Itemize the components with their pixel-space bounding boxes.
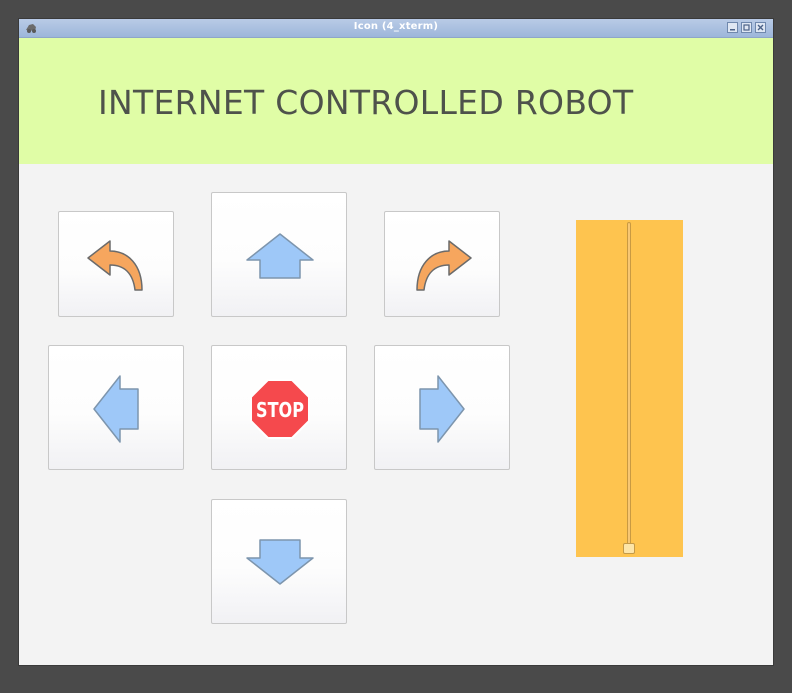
left-arrow-icon <box>93 375 139 443</box>
app-window: Icon (4_xterm) INTERNET CONTROLLED ROBOT <box>19 19 773 665</box>
page-title: INTERNET CONTROLLED ROBOT <box>98 83 634 122</box>
down-arrow-icon <box>246 539 314 585</box>
turn-left-arrow-icon <box>87 240 143 291</box>
minimize-button[interactable] <box>727 22 738 33</box>
header-banner: INTERNET CONTROLLED ROBOT <box>19 38 773 164</box>
title-bar[interactable]: Icon (4_xterm) <box>19 19 773 38</box>
turn-right-arrow-icon <box>416 240 472 291</box>
window-title: Icon (4_xterm) <box>353 21 439 32</box>
speed-slider[interactable] <box>576 220 683 557</box>
minimize-icon <box>730 29 735 31</box>
close-icon <box>757 24 764 31</box>
right-button[interactable] <box>374 345 510 470</box>
right-arrow-icon <box>419 375 465 443</box>
turn-right-button[interactable] <box>384 211 500 317</box>
slider-groove[interactable] <box>627 222 631 550</box>
backward-button[interactable] <box>211 499 347 624</box>
stop-label: STOP <box>256 398 304 422</box>
up-arrow-icon <box>246 233 314 279</box>
forward-button[interactable] <box>211 192 347 317</box>
turn-left-button[interactable] <box>58 211 174 317</box>
slider-handle[interactable] <box>623 543 635 554</box>
maximize-button[interactable] <box>741 22 752 33</box>
close-button[interactable] <box>755 22 766 33</box>
stop-button[interactable]: STOP <box>211 345 347 470</box>
maximize-icon <box>743 24 750 31</box>
left-button[interactable] <box>48 345 184 470</box>
stop-sign-icon: STOP <box>250 379 310 439</box>
